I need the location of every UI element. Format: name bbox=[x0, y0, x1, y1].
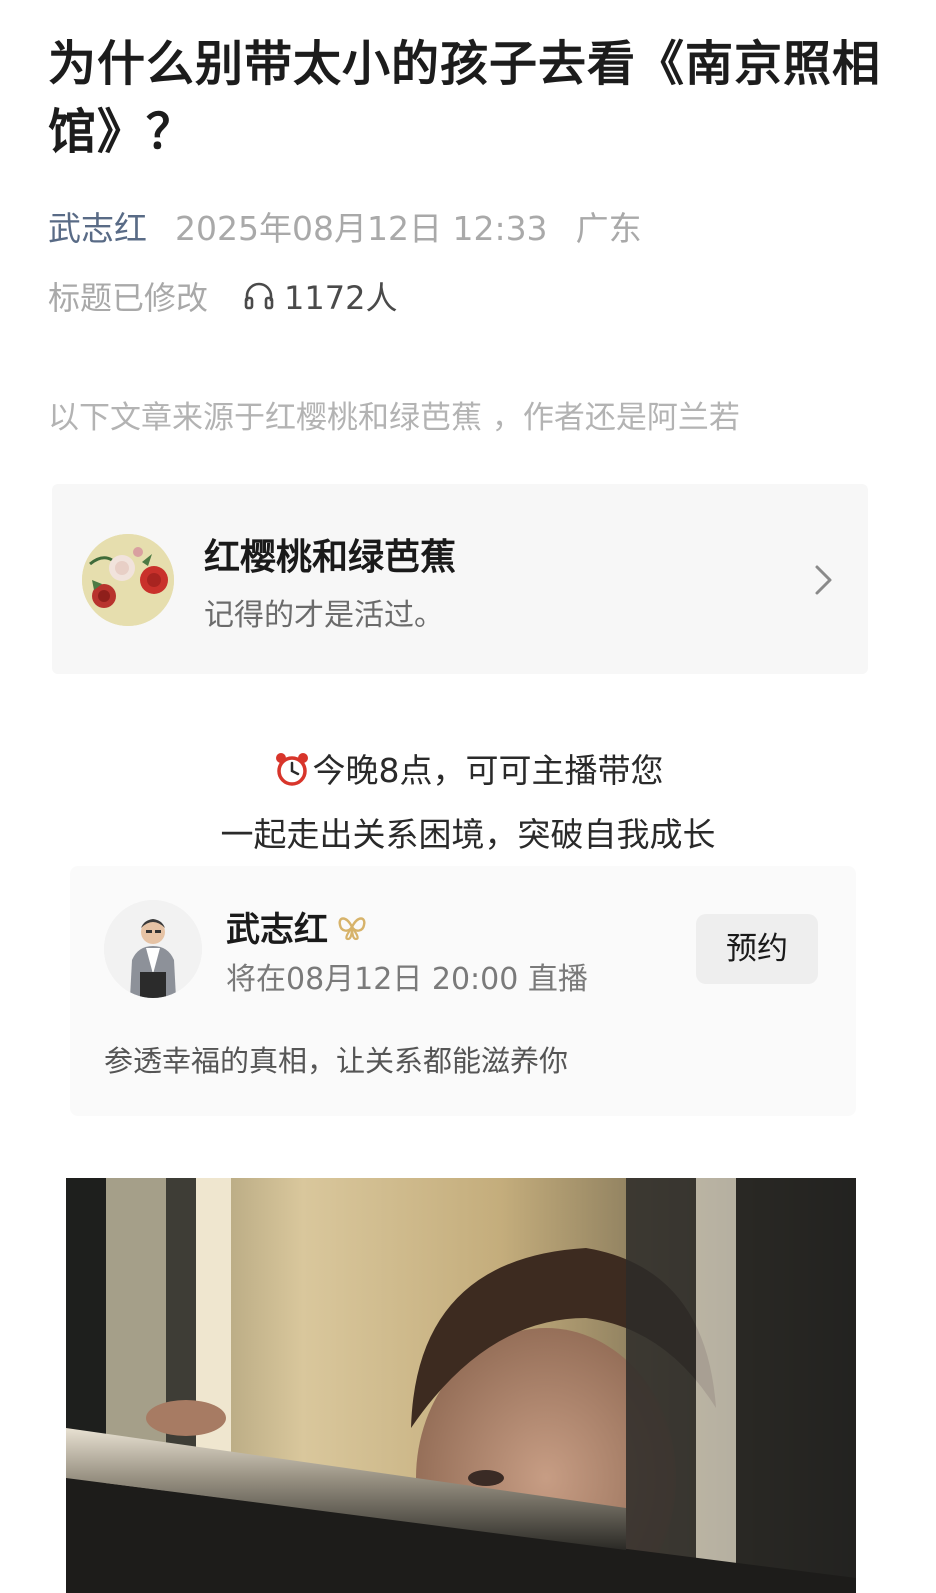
account-bio: 记得的才是活过。 bbox=[204, 598, 444, 633]
publish-date: 2025年08月12日 12:33 bbox=[175, 209, 548, 248]
account-name: 红樱桃和绿芭蕉 bbox=[204, 537, 457, 578]
article-image bbox=[66, 1178, 856, 1593]
author-link[interactable]: 武志红 bbox=[48, 202, 147, 250]
alarm-clock-icon bbox=[275, 753, 308, 786]
promo-text-1: 今晚8点，可可主播带您 bbox=[312, 751, 664, 790]
live-schedule: 将在08月12日 20:00 直播 bbox=[226, 962, 588, 997]
live-description: 参透幸福的真相，让关系都能滋养你 bbox=[104, 1044, 569, 1078]
title-edited-label: 标题已修改 bbox=[48, 279, 209, 317]
account-avatar bbox=[82, 534, 174, 626]
article-title: 为什么别带太小的孩子去看《南京照相馆》？ bbox=[48, 36, 882, 160]
source-note: 以下文章来源于红樱桃和绿芭蕉 ，作者还是阿兰若 bbox=[48, 400, 740, 436]
reserve-button[interactable]: 预约 bbox=[696, 914, 818, 984]
promo-line-2: 一起走出关系困境，突破自我成长 bbox=[220, 815, 716, 854]
promo-line-1: 今晚8点，可可主播带您 bbox=[0, 744, 936, 792]
chevron-right-icon[interactable] bbox=[812, 562, 836, 598]
article-meta: 武志红 2025年08月12日 12:33 广东 bbox=[48, 204, 642, 248]
source-account-card[interactable]: 红樱桃和绿芭蕉 记得的才是活过。 bbox=[52, 484, 868, 674]
publish-location: 广东 bbox=[575, 209, 642, 248]
listener-count[interactable]: 1172人 bbox=[284, 273, 397, 319]
headphones-icon[interactable] bbox=[242, 279, 276, 313]
live-reservation-card[interactable]: 武志红 将在08月12日 20:00 直播 预约 参透幸福的真相，让关系都能滋养… bbox=[70, 866, 856, 1116]
host-name-row: 武志红 bbox=[226, 902, 368, 951]
host-name: 武志红 bbox=[226, 910, 328, 950]
host-avatar bbox=[104, 900, 202, 998]
butterfly-verified-icon bbox=[338, 916, 366, 940]
article-meta-secondary: 标题已修改 1172人 bbox=[48, 274, 397, 318]
